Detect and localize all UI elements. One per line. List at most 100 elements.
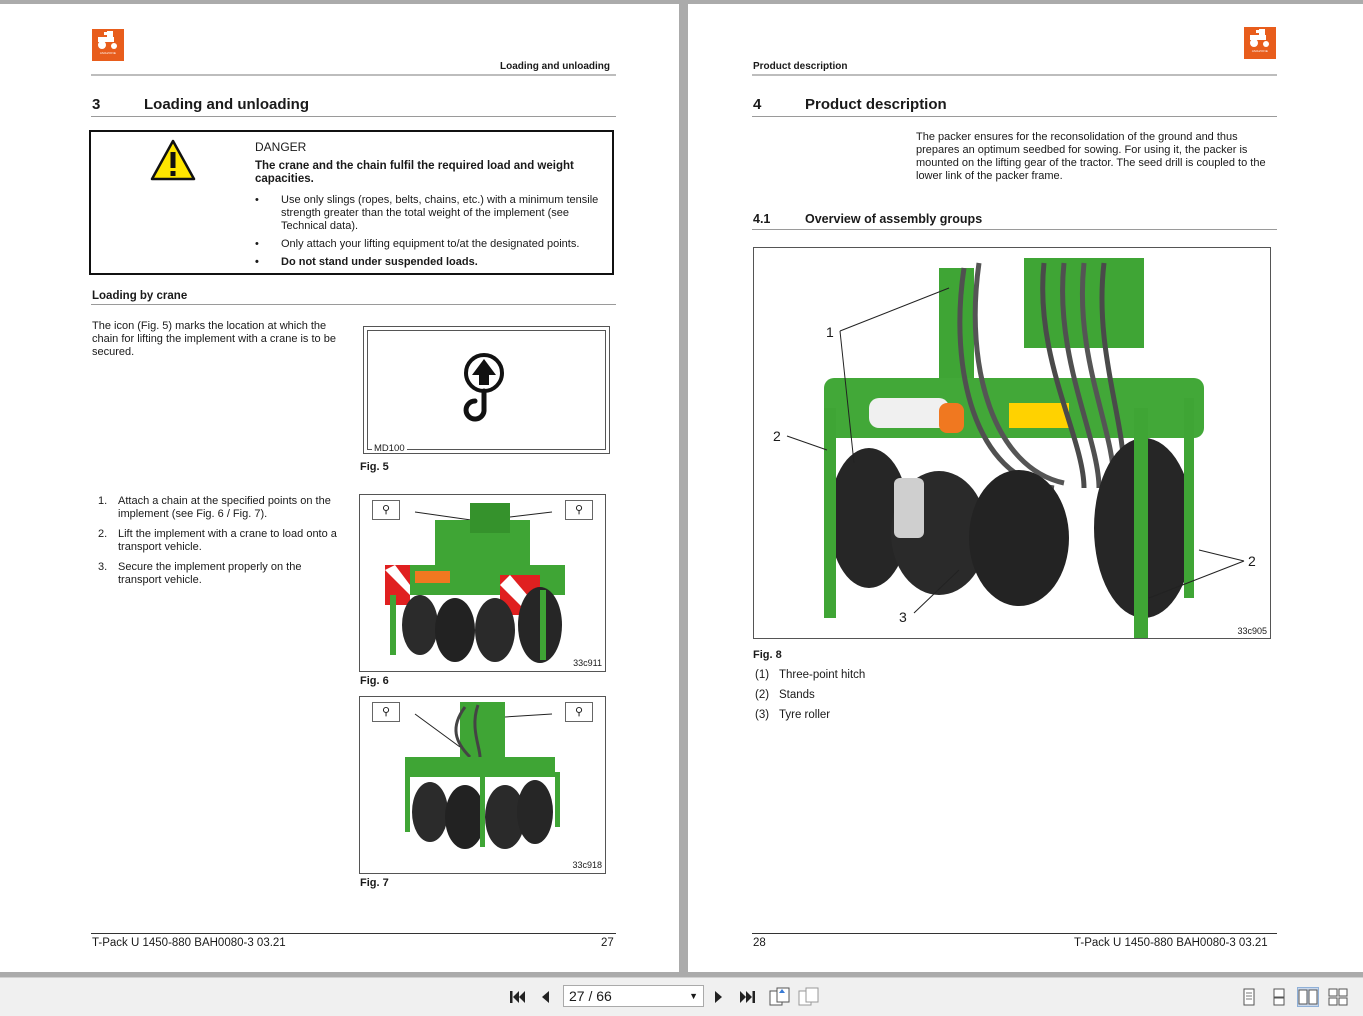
intro-text: The icon (Fig. 5) marks the location at … bbox=[92, 320, 336, 358]
chevron-down-icon: ▼ bbox=[689, 991, 698, 1001]
legend-key: (2) bbox=[755, 689, 770, 701]
next-page-button[interactable] bbox=[710, 988, 728, 1006]
step-text: Attach a chain at the specified points o… bbox=[118, 495, 331, 520]
step-text: Secure the implement properly on the tra… bbox=[118, 561, 302, 586]
step-number: 3. bbox=[98, 561, 108, 573]
header-rule bbox=[752, 74, 1277, 76]
fit-width-button[interactable] bbox=[798, 987, 820, 1006]
legend-item: (1) Three-point hitch bbox=[755, 669, 865, 681]
page-number-select[interactable]: 27 / 66 ▼ bbox=[563, 985, 704, 1007]
step-item: 1. Attach a chain at the specified points… bbox=[92, 495, 344, 521]
fit-page-icon bbox=[769, 987, 790, 1006]
two-page-continuous-view-icon bbox=[1328, 988, 1348, 1006]
loading-steps: 1. Attach a chain at the specified points… bbox=[92, 495, 344, 594]
fig6-label: Fig. 6 bbox=[360, 675, 389, 687]
section-title: Product description bbox=[805, 96, 947, 113]
tractor-logo-icon bbox=[1250, 29, 1269, 47]
single-page-view-icon bbox=[1243, 988, 1255, 1006]
hook-marker-icon: ⚲ bbox=[372, 500, 400, 520]
implement-rear-illustration bbox=[385, 503, 565, 663]
first-page-button[interactable] bbox=[508, 988, 526, 1006]
danger-title: DANGER bbox=[255, 140, 307, 154]
subsection-rule bbox=[752, 229, 1277, 230]
step-item: 2. Lift the implement with a crane to loa… bbox=[92, 528, 344, 554]
fig6-code: 33c911 bbox=[573, 658, 602, 668]
fig8-label: Fig. 8 bbox=[753, 649, 782, 661]
step-number: 1. bbox=[98, 495, 108, 507]
callout-1: 1 bbox=[826, 324, 834, 340]
fig7-code: 33c918 bbox=[572, 860, 602, 870]
section-number: 4 bbox=[753, 96, 762, 113]
continuous-view-icon bbox=[1273, 988, 1285, 1006]
callout-2-left: 2 bbox=[773, 428, 781, 444]
step-item: 3. Secure the implement properly on the t… bbox=[92, 561, 344, 587]
running-header: Product description bbox=[753, 61, 848, 72]
crane-hook-icon bbox=[463, 353, 504, 422]
amazone-logo: AMAZONE bbox=[1244, 27, 1276, 59]
step-number: 2. bbox=[98, 528, 108, 540]
header-rule bbox=[91, 74, 616, 76]
page-number-display: 27 / 66 bbox=[569, 988, 612, 1004]
hook-marker-icon: ⚲ bbox=[565, 500, 593, 520]
legend-text: Stands bbox=[779, 689, 815, 701]
previous-page-icon bbox=[542, 991, 549, 1003]
section-rule bbox=[752, 116, 1277, 117]
danger-box: DANGER The crane and the chain fulfil th… bbox=[89, 130, 614, 275]
right-page: AMAZONE Product description 4 Product de… bbox=[688, 4, 1363, 972]
fig5-frame: MD100 bbox=[363, 326, 610, 454]
warning-triangle-icon bbox=[150, 139, 196, 181]
implement-front-illustration bbox=[405, 702, 560, 849]
danger-bullet: Use only slings (ropes, belts, chains, e… bbox=[255, 194, 600, 233]
danger-lead: The crane and the chain fulfil the requi… bbox=[255, 160, 574, 185]
legend-item: (3) Tyre roller bbox=[755, 709, 830, 721]
footer-rule bbox=[91, 933, 616, 934]
danger-bullets: Use only slings (ropes, belts, chains, e… bbox=[255, 194, 600, 274]
packer-overview-illustration bbox=[786, 258, 1245, 638]
two-page-continuous-view-button[interactable] bbox=[1327, 987, 1349, 1007]
footer-doc-id: T-Pack U 1450-880 BAH0080-3 03.21 bbox=[1074, 937, 1268, 949]
fit-page-button[interactable] bbox=[769, 987, 791, 1006]
subsection-title: Overview of assembly groups bbox=[805, 212, 983, 226]
danger-bullet: Only attach your lifting equipment to/at… bbox=[255, 238, 600, 251]
subsection-rule bbox=[91, 304, 616, 305]
intro-text: The packer ensures for the reconsolidati… bbox=[916, 131, 1266, 182]
amazone-logo: AMAZONE bbox=[92, 29, 124, 61]
running-header: Loading and unloading bbox=[500, 61, 610, 72]
fig8-frame: 1 2 2 3 33c905 bbox=[753, 247, 1271, 639]
fig7-label: Fig. 7 bbox=[360, 877, 389, 889]
next-page-icon bbox=[715, 991, 722, 1003]
logo-text: AMAZONE bbox=[1251, 49, 1269, 53]
step-text: Lift the implement with a crane to load … bbox=[118, 528, 337, 553]
hook-marker-icon: ⚲ bbox=[372, 702, 400, 722]
fig5-code: MD100 bbox=[372, 443, 407, 454]
footer-page-number: 28 bbox=[753, 937, 766, 949]
left-page: AMAZONE Loading and unloading 3 Loading … bbox=[0, 4, 679, 972]
legend-text: Three-point hitch bbox=[779, 669, 866, 681]
first-page-icon bbox=[510, 991, 525, 1003]
section-title: Loading and unloading bbox=[144, 96, 309, 113]
last-page-button[interactable] bbox=[739, 988, 757, 1006]
hook-marker-icon: ⚲ bbox=[565, 702, 593, 722]
legend-key: (3) bbox=[755, 709, 770, 721]
logo-text: AMAZONE bbox=[99, 51, 117, 55]
danger-bullet: Do not stand under suspended loads. bbox=[255, 256, 600, 269]
callout-2-right: 2 bbox=[1248, 553, 1256, 569]
single-page-view-button[interactable] bbox=[1238, 987, 1260, 1007]
fig5-label: Fig. 5 bbox=[360, 461, 389, 473]
fit-width-icon bbox=[798, 987, 819, 1006]
last-page-icon bbox=[740, 991, 755, 1003]
legend-text: Tyre roller bbox=[779, 709, 831, 721]
two-page-view-icon bbox=[1298, 989, 1318, 1005]
fig6-frame: ⚲ ⚲ 33c911 bbox=[359, 494, 606, 672]
viewer-toolbar: 27 / 66 ▼ bbox=[0, 977, 1363, 1016]
legend-item: (2) Stands bbox=[755, 689, 815, 701]
previous-page-button[interactable] bbox=[536, 988, 554, 1006]
two-page-view-button[interactable] bbox=[1297, 987, 1319, 1007]
footer-rule bbox=[752, 933, 1277, 934]
continuous-view-button[interactable] bbox=[1268, 987, 1290, 1007]
fig8-code: 33c905 bbox=[1237, 626, 1267, 636]
subsection-title: Loading by crane bbox=[92, 290, 188, 302]
fig7-frame: ⚲ ⚲ 33c918 bbox=[359, 696, 606, 874]
section-number: 3 bbox=[92, 96, 101, 113]
section-rule bbox=[91, 116, 616, 117]
